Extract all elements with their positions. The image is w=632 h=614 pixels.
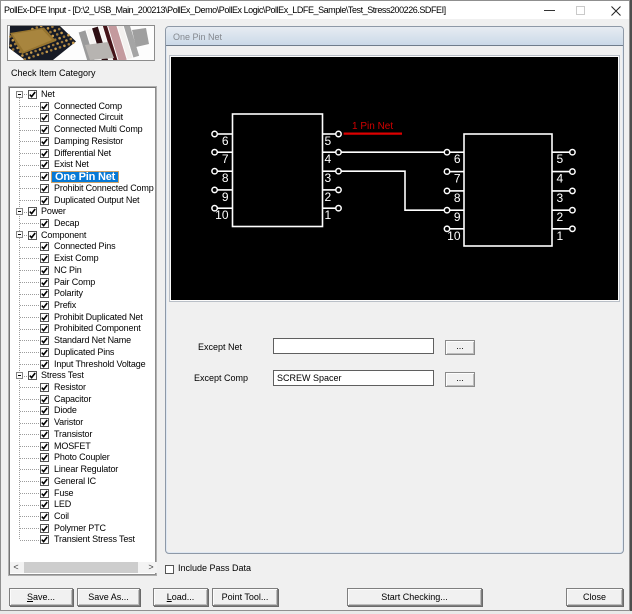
svg-text:4: 4 xyxy=(325,152,332,166)
svg-text:6: 6 xyxy=(222,134,229,148)
svg-text:1 Pin Net: 1 Pin Net xyxy=(352,121,393,132)
svg-text:2: 2 xyxy=(325,190,332,204)
svg-text:10: 10 xyxy=(215,208,229,222)
svg-text:2: 2 xyxy=(557,210,564,224)
svg-text:1: 1 xyxy=(557,229,564,243)
svg-text:7: 7 xyxy=(222,152,229,166)
svg-text:3: 3 xyxy=(325,171,332,185)
svg-text:8: 8 xyxy=(454,191,461,205)
svg-text:5: 5 xyxy=(557,152,564,166)
svg-text:6: 6 xyxy=(454,152,461,166)
svg-text:1: 1 xyxy=(325,208,332,222)
svg-text:7: 7 xyxy=(454,172,461,186)
svg-text:3: 3 xyxy=(557,191,564,205)
svg-text:9: 9 xyxy=(454,210,461,224)
svg-text:5: 5 xyxy=(325,134,332,148)
svg-text:10: 10 xyxy=(447,229,461,243)
svg-text:8: 8 xyxy=(222,171,229,185)
svg-text:9: 9 xyxy=(222,190,229,204)
svg-text:4: 4 xyxy=(557,172,564,186)
